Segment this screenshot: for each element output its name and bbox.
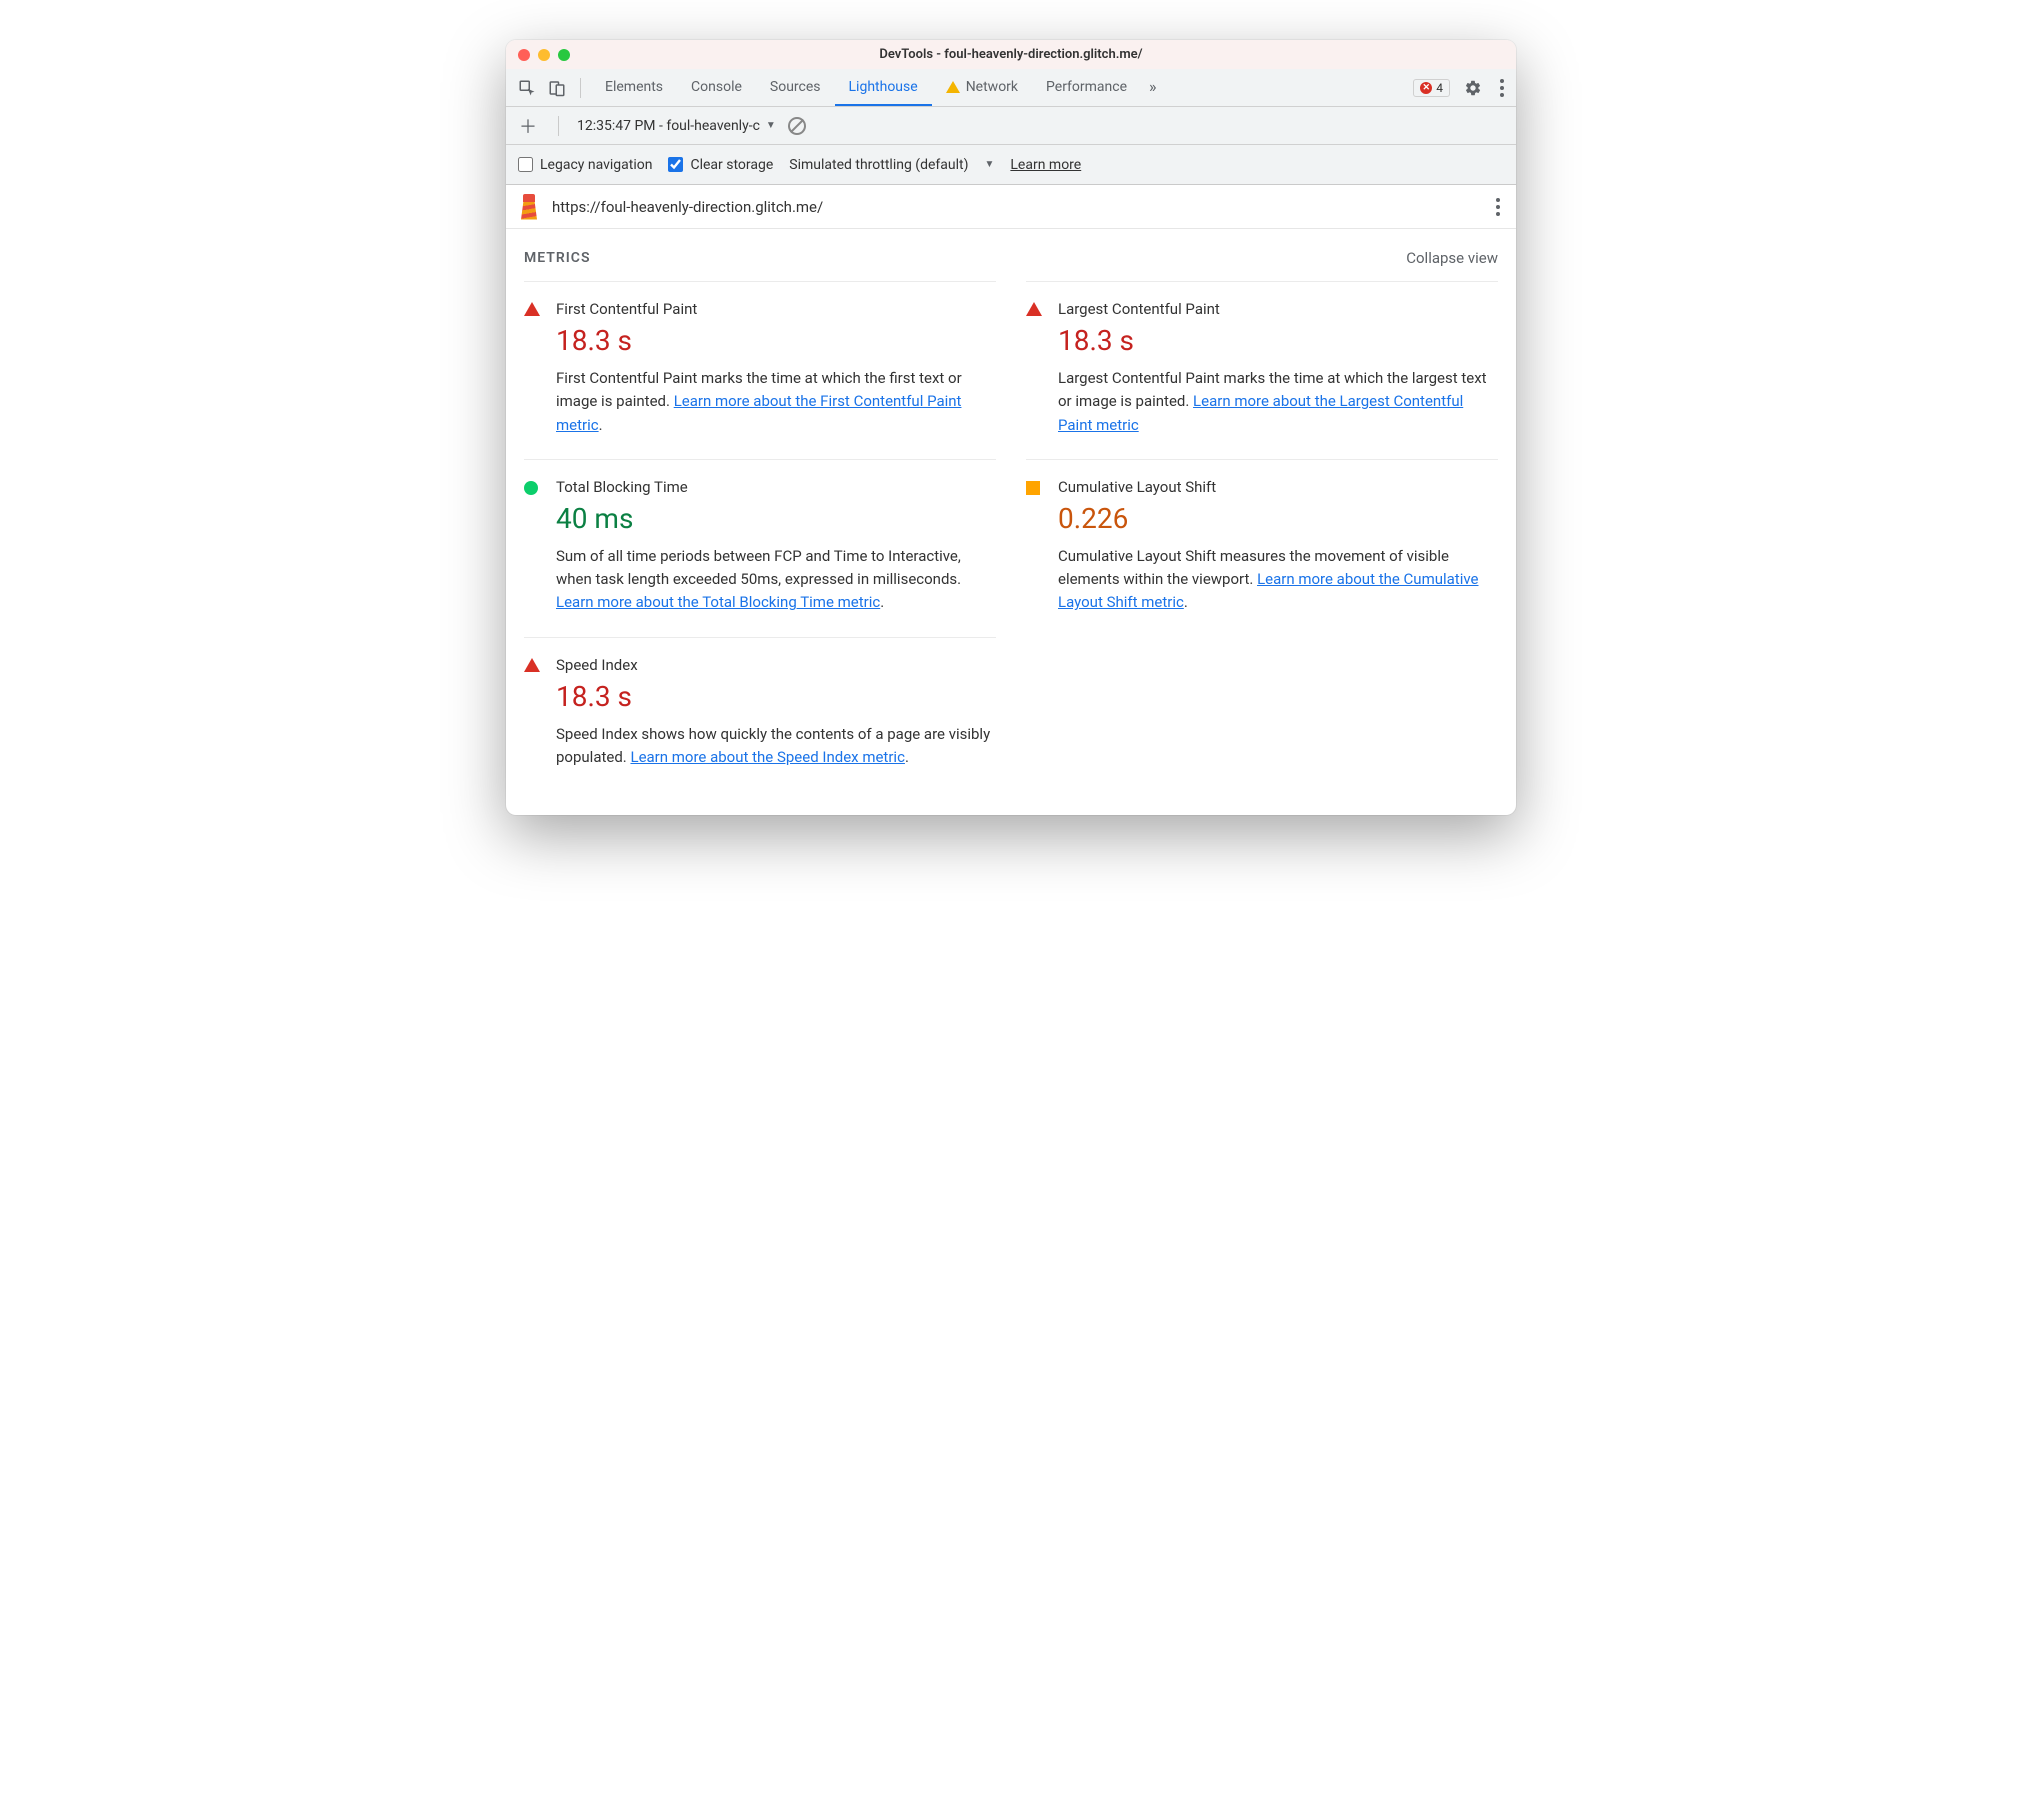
metric-description: Largest Contentful Paint marks the time … xyxy=(1058,367,1498,437)
titlebar: DevTools - foul-heavenly-direction.glitc… xyxy=(506,40,1516,69)
url-row: https://foul-heavenly-direction.glitch.m… xyxy=(506,185,1516,229)
report-label: 12:35:47 PM - foul-heavenly-c xyxy=(577,118,760,134)
legacy-label: Legacy navigation xyxy=(540,157,652,173)
panel-tabs: Elements Console Sources Lighthouse Netw… xyxy=(591,69,1165,106)
minimize-button[interactable] xyxy=(538,49,550,61)
metric-title: Cumulative Layout Shift xyxy=(1058,478,1498,496)
report-menu-icon[interactable] xyxy=(1492,194,1504,220)
divider xyxy=(580,78,581,98)
lighthouse-options: Legacy navigation Clear storage Simulate… xyxy=(506,145,1516,185)
metric-value: 0.226 xyxy=(1058,502,1498,535)
metric-title: Largest Contentful Paint xyxy=(1058,300,1498,318)
tab-sources[interactable]: Sources xyxy=(756,69,835,106)
metric-value: 18.3 s xyxy=(556,680,996,713)
throttling-label: Simulated throttling (default) xyxy=(789,157,968,173)
legacy-checkbox-input[interactable] xyxy=(518,157,533,172)
tab-console[interactable]: Console xyxy=(677,69,756,106)
clear-storage-checkbox-input[interactable] xyxy=(668,157,683,172)
metric-value: 18.3 s xyxy=(556,324,996,357)
more-menu-icon[interactable] xyxy=(1496,75,1508,101)
tab-network[interactable]: Network xyxy=(932,69,1032,106)
tabs-overflow-icon[interactable]: » xyxy=(1141,69,1165,106)
traffic-lights xyxy=(518,49,570,61)
metric-description: Speed Index shows how quickly the conten… xyxy=(556,723,996,770)
error-icon: ✕ xyxy=(1420,82,1432,94)
metric-lcp: Largest Contentful Paint 18.3 s Largest … xyxy=(1026,281,1498,459)
fail-icon xyxy=(524,302,540,316)
fail-icon xyxy=(1026,302,1042,316)
average-icon xyxy=(1026,481,1040,495)
pass-icon xyxy=(524,481,538,495)
metric-link[interactable]: Learn more about the Total Blocking Time… xyxy=(556,593,880,611)
metric-title: Total Blocking Time xyxy=(556,478,996,496)
clear-report-icon[interactable] xyxy=(788,117,806,135)
metric-value: 18.3 s xyxy=(1058,324,1498,357)
collapse-view-button[interactable]: Collapse view xyxy=(1406,249,1498,267)
metric-link[interactable]: Learn more about the Speed Index metric xyxy=(630,748,904,766)
metric-title: Speed Index xyxy=(556,656,996,674)
settings-icon[interactable] xyxy=(1460,75,1486,101)
lighthouse-icon xyxy=(518,194,540,220)
divider xyxy=(558,116,559,136)
metric-description: Sum of all time periods between FCP and … xyxy=(556,545,996,615)
section-title: METRICS xyxy=(524,250,591,266)
close-button[interactable] xyxy=(518,49,530,61)
clear-storage-checkbox[interactable]: Clear storage xyxy=(668,157,773,173)
tab-performance[interactable]: Performance xyxy=(1032,69,1141,106)
metric-description: First Contentful Paint marks the time at… xyxy=(556,367,996,437)
tab-elements[interactable]: Elements xyxy=(591,69,677,106)
main-toolbar: Elements Console Sources Lighthouse Netw… xyxy=(506,69,1516,107)
metric-fcp: First Contentful Paint 18.3 s First Cont… xyxy=(524,281,996,459)
learn-more-link[interactable]: Learn more xyxy=(1010,157,1081,173)
tab-network-label: Network xyxy=(966,79,1018,95)
new-report-button[interactable]: ＋ xyxy=(516,114,540,138)
device-toggle-icon[interactable] xyxy=(544,75,570,101)
metric-value: 40 ms xyxy=(556,502,996,535)
error-count: 4 xyxy=(1436,81,1443,95)
report-dropdown[interactable]: 12:35:47 PM - foul-heavenly-c ▼ xyxy=(577,118,776,134)
lighthouse-subbar: ＋ 12:35:47 PM - foul-heavenly-c ▼ xyxy=(506,107,1516,145)
metric-cls: Cumulative Layout Shift 0.226 Cumulative… xyxy=(1026,459,1498,637)
error-count-badge[interactable]: ✕ 4 xyxy=(1413,79,1450,97)
metric-title: First Contentful Paint xyxy=(556,300,996,318)
report-url: https://foul-heavenly-direction.glitch.m… xyxy=(552,198,823,216)
metric-si: Speed Index 18.3 s Speed Index shows how… xyxy=(524,637,996,792)
tab-lighthouse[interactable]: Lighthouse xyxy=(835,69,932,106)
legacy-navigation-checkbox[interactable]: Legacy navigation xyxy=(518,157,652,173)
window-title: DevTools - foul-heavenly-direction.glitc… xyxy=(506,47,1516,62)
devtools-window: DevTools - foul-heavenly-direction.glitc… xyxy=(506,40,1516,815)
maximize-button[interactable] xyxy=(558,49,570,61)
inspect-element-icon[interactable] xyxy=(514,75,540,101)
chevron-down-icon: ▼ xyxy=(766,120,776,131)
fail-icon xyxy=(524,658,540,672)
metric-description: Cumulative Layout Shift measures the mov… xyxy=(1058,545,1498,615)
metric-tbt: Total Blocking Time 40 ms Sum of all tim… xyxy=(524,459,996,637)
clear-storage-label: Clear storage xyxy=(690,157,773,173)
warning-icon xyxy=(946,81,960,93)
chevron-down-icon[interactable]: ▼ xyxy=(984,159,994,170)
metrics-section: METRICS Collapse view First Contentful P… xyxy=(506,229,1516,815)
